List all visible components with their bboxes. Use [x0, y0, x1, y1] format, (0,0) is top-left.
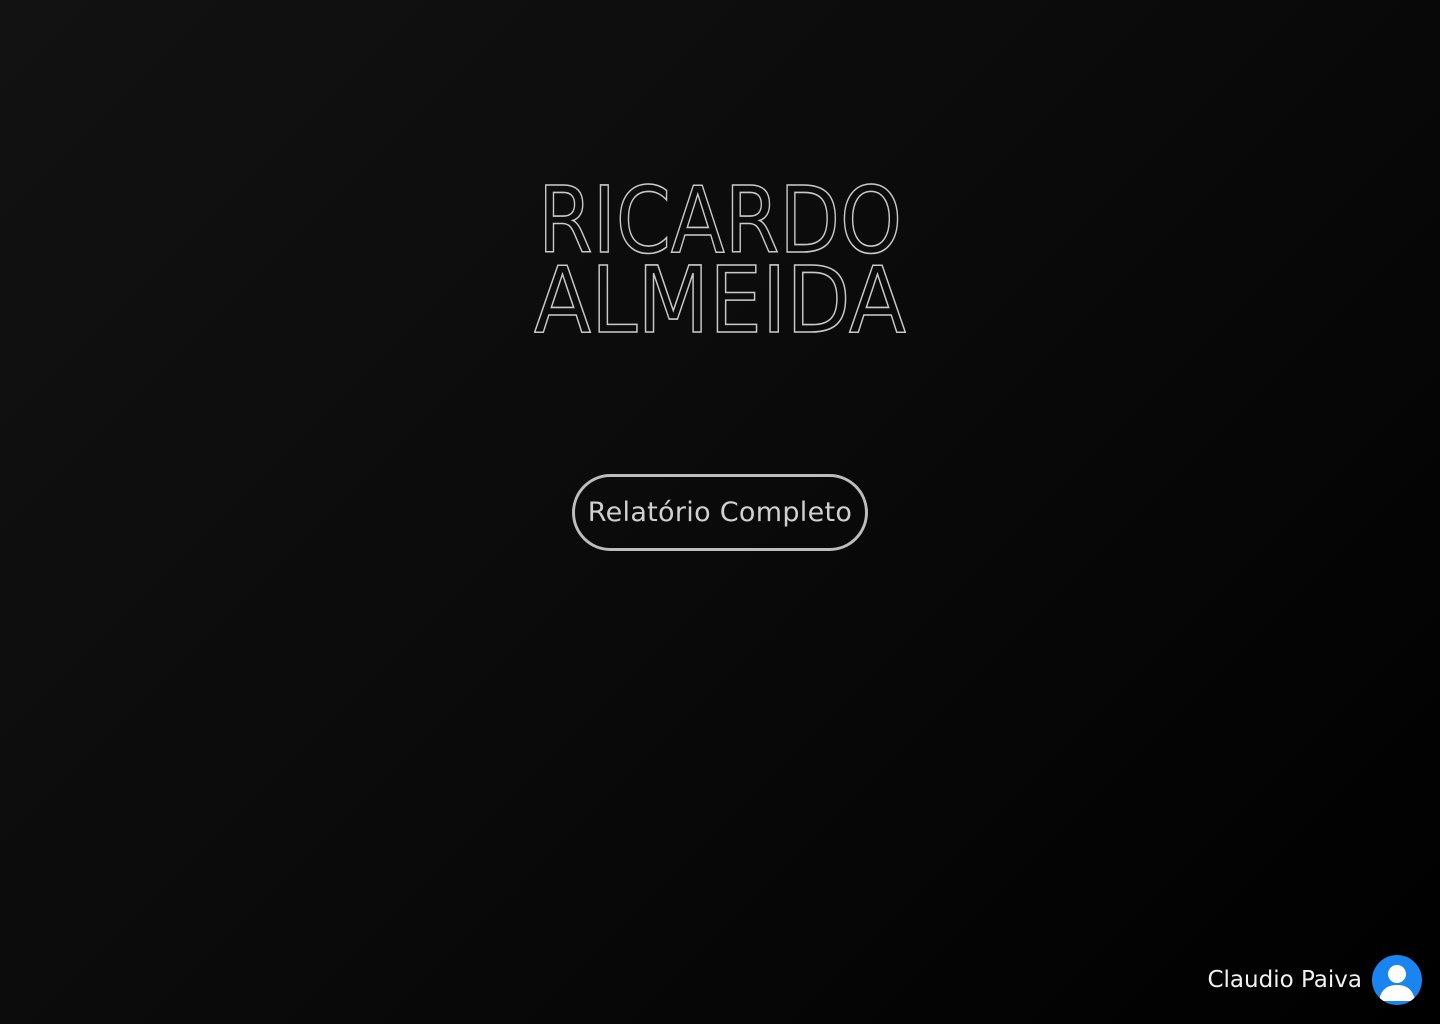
user-silhouette-icon	[1379, 965, 1415, 1001]
full-report-button-label: Relatório Completo	[587, 497, 853, 528]
full-report-button[interactable]: Relatório Completo	[572, 474, 868, 551]
brand-logo-line2: ALMEIDA	[534, 247, 906, 340]
user-avatar-icon[interactable]	[1372, 955, 1422, 1005]
user-name: Claudio Paiva	[1207, 967, 1362, 993]
user-menu[interactable]: Claudio Paiva	[1207, 955, 1422, 1005]
brand-logo-svg: RICARDO ALMEIDA	[534, 180, 906, 340]
brand-logo: RICARDO ALMEIDA	[534, 180, 906, 340]
